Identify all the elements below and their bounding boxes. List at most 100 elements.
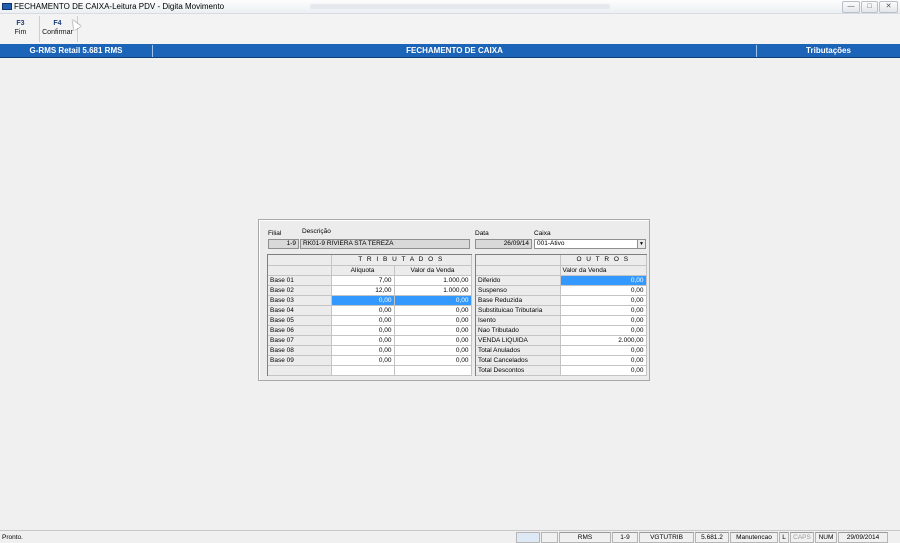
outros-label: Substituicao Tributaria <box>476 305 561 316</box>
table-row[interactable]: Base 08 0,00 0,00 <box>268 345 472 356</box>
tributacoes-label[interactable]: Tributações <box>757 44 900 58</box>
network-icon <box>516 532 540 543</box>
table-row[interactable]: Suspenso 0,00 <box>476 285 647 296</box>
aliquota-cell[interactable]: 7,00 <box>331 275 395 286</box>
table-row[interactable]: Nao Tributado 0,00 <box>476 325 647 336</box>
outros-label: Isento <box>476 315 561 326</box>
data-label: Data <box>475 230 489 237</box>
caixa-label: Caixa <box>534 230 551 237</box>
empty-cell <box>394 365 472 376</box>
table-row[interactable]: Base 05 0,00 0,00 <box>268 315 472 326</box>
valor-venda-cell[interactable]: 1.000,00 <box>394 275 472 286</box>
outros-valor-cell[interactable]: 0,00 <box>560 285 647 296</box>
status-message: Pronto. <box>2 534 23 541</box>
caixa-select[interactable]: 001-Ativo ▼ <box>534 239 646 249</box>
empty-cell <box>268 365 332 376</box>
status-filial: 1-9 <box>612 532 638 543</box>
grid-corner <box>268 265 332 276</box>
table-row[interactable]: Total Anulados 0,00 <box>476 345 647 356</box>
maximize-icon: □ <box>867 3 872 10</box>
base-label: Base 07 <box>268 335 332 346</box>
table-row[interactable]: Base 02 12,00 1.000,00 <box>268 285 472 296</box>
minimize-icon: — <box>847 3 855 10</box>
fim-button[interactable]: F3 Fim <box>2 16 40 42</box>
table-row[interactable]: Diferido 0,00 <box>476 275 647 286</box>
aliquota-cell[interactable]: 0,00 <box>331 295 395 306</box>
aliquota-cell[interactable]: 0,00 <box>331 355 395 366</box>
table-row[interactable]: Isento 0,00 <box>476 315 647 326</box>
outros-valor-cell[interactable]: 0,00 <box>560 365 647 376</box>
confirmar-label: Confirmar <box>42 29 73 36</box>
table-row[interactable]: Base 01 7,00 1.000,00 <box>268 275 472 286</box>
filial-field[interactable]: 1-9 <box>268 239 299 249</box>
base-label: Base 09 <box>268 355 332 366</box>
outros-valor-cell[interactable]: 0,00 <box>560 315 647 326</box>
app-version: G-RMS Retail 5.681 RMS <box>29 46 123 55</box>
outros-label: Nao Tributado <box>476 325 561 336</box>
outros-valor-cell[interactable]: 0,00 <box>560 355 647 366</box>
title-blurred-area <box>310 4 610 9</box>
data-field[interactable]: 26/09/14 <box>475 239 532 249</box>
table-row[interactable]: Base 06 0,00 0,00 <box>268 325 472 336</box>
fechamento-panel: Filial Descrição Data Caixa 1-9 RK01-9 R… <box>258 219 650 381</box>
valor-venda-cell[interactable]: 0,00 <box>394 345 472 356</box>
base-label: Base 01 <box>268 275 332 286</box>
outros-valor-cell[interactable]: 0,00 <box>560 345 647 356</box>
valor-venda-cell[interactable]: 0,00 <box>394 355 472 366</box>
aliquota-cell[interactable]: 0,00 <box>331 345 395 356</box>
aliquota-cell[interactable]: 12,00 <box>331 285 395 296</box>
aliquota-cell[interactable]: 0,00 <box>331 315 395 326</box>
window-titlebar[interactable]: FECHAMENTO DE CAIXA-Leitura PDV - Digita… <box>0 0 900 14</box>
status-program: VGTUTRIB <box>639 532 694 543</box>
table-row[interactable]: Base Reduzida 0,00 <box>476 295 647 306</box>
outros-valor-cell[interactable]: 0,00 <box>560 325 647 336</box>
outros-valor-header: Valor da Venda <box>560 265 647 276</box>
outros-label: Total Anulados <box>476 345 561 356</box>
table-row[interactable]: Base 04 0,00 0,00 <box>268 305 472 316</box>
outros-label: Total Cancelados <box>476 355 561 366</box>
table-row[interactable]: Substituicao Tributaria 0,00 <box>476 305 647 316</box>
outros-title: O U T R O S <box>560 255 647 266</box>
valor-venda-header: Valor da Venda <box>394 265 472 276</box>
status-caps: CAPS <box>790 532 814 543</box>
fim-key: F3 <box>16 20 25 27</box>
chevron-down-icon[interactable]: ▼ <box>637 240 645 248</box>
valor-venda-cell[interactable]: 0,00 <box>394 295 472 306</box>
outros-label: Total Descontos <box>476 365 561 376</box>
valor-venda-cell[interactable]: 0,00 <box>394 325 472 336</box>
valor-venda-cell[interactable]: 0,00 <box>394 315 472 326</box>
status-bar: Pronto. RMS 1-9 VGTUTRIB 5.681.2 Manuten… <box>0 530 900 543</box>
minimize-button[interactable]: — <box>842 1 860 13</box>
close-icon: ✕ <box>885 3 892 10</box>
valor-venda-cell[interactable]: 0,00 <box>394 335 472 346</box>
outros-valor-cell[interactable]: 0,00 <box>560 305 647 316</box>
table-row[interactable]: Base 07 0,00 0,00 <box>268 335 472 346</box>
maximize-button[interactable]: □ <box>861 1 878 13</box>
aliquota-cell[interactable]: 0,00 <box>331 335 395 346</box>
table-row[interactable]: Total Descontos 0,00 <box>476 365 647 376</box>
fim-label: Fim <box>14 29 27 36</box>
outros-label: Base Reduzida <box>476 295 561 306</box>
close-button[interactable]: ✕ <box>879 1 898 13</box>
valor-venda-cell[interactable]: 0,00 <box>394 305 472 316</box>
aliquota-cell[interactable]: 0,00 <box>331 325 395 336</box>
table-row[interactable]: Base 09 0,00 0,00 <box>268 355 472 366</box>
outros-valor-cell[interactable]: 0,00 <box>560 275 647 286</box>
status-version: 5.681.2 <box>695 532 729 543</box>
outros-label: Diferido <box>476 275 561 286</box>
status-num: NUM <box>815 532 837 543</box>
outros-grid: O U T R O S Valor da Venda Diferido 0,00 S… <box>475 254 647 376</box>
tributados-grid: T R I B U T A D O S Alíquota Valor da Ve… <box>267 254 472 376</box>
valor-venda-cell[interactable]: 1.000,00 <box>394 285 472 296</box>
outros-label: VENDA LIQUIDA <box>476 335 561 346</box>
outros-valor-cell[interactable]: 0,00 <box>560 295 647 306</box>
aliquota-cell[interactable]: 0,00 <box>331 305 395 316</box>
table-row[interactable]: VENDA LIQUIDA 2.000,00 <box>476 335 647 346</box>
table-row[interactable]: Total Cancelados 0,00 <box>476 355 647 366</box>
empty-row <box>268 365 472 376</box>
base-label: Base 08 <box>268 345 332 356</box>
table-row[interactable]: Base 03 0,00 0,00 <box>268 295 472 306</box>
status-system: RMS <box>559 532 611 543</box>
outros-valor-cell[interactable]: 2.000,00 <box>560 335 647 346</box>
descricao-field[interactable]: RK01-9 RIVIERA STA TEREZA <box>300 239 470 249</box>
